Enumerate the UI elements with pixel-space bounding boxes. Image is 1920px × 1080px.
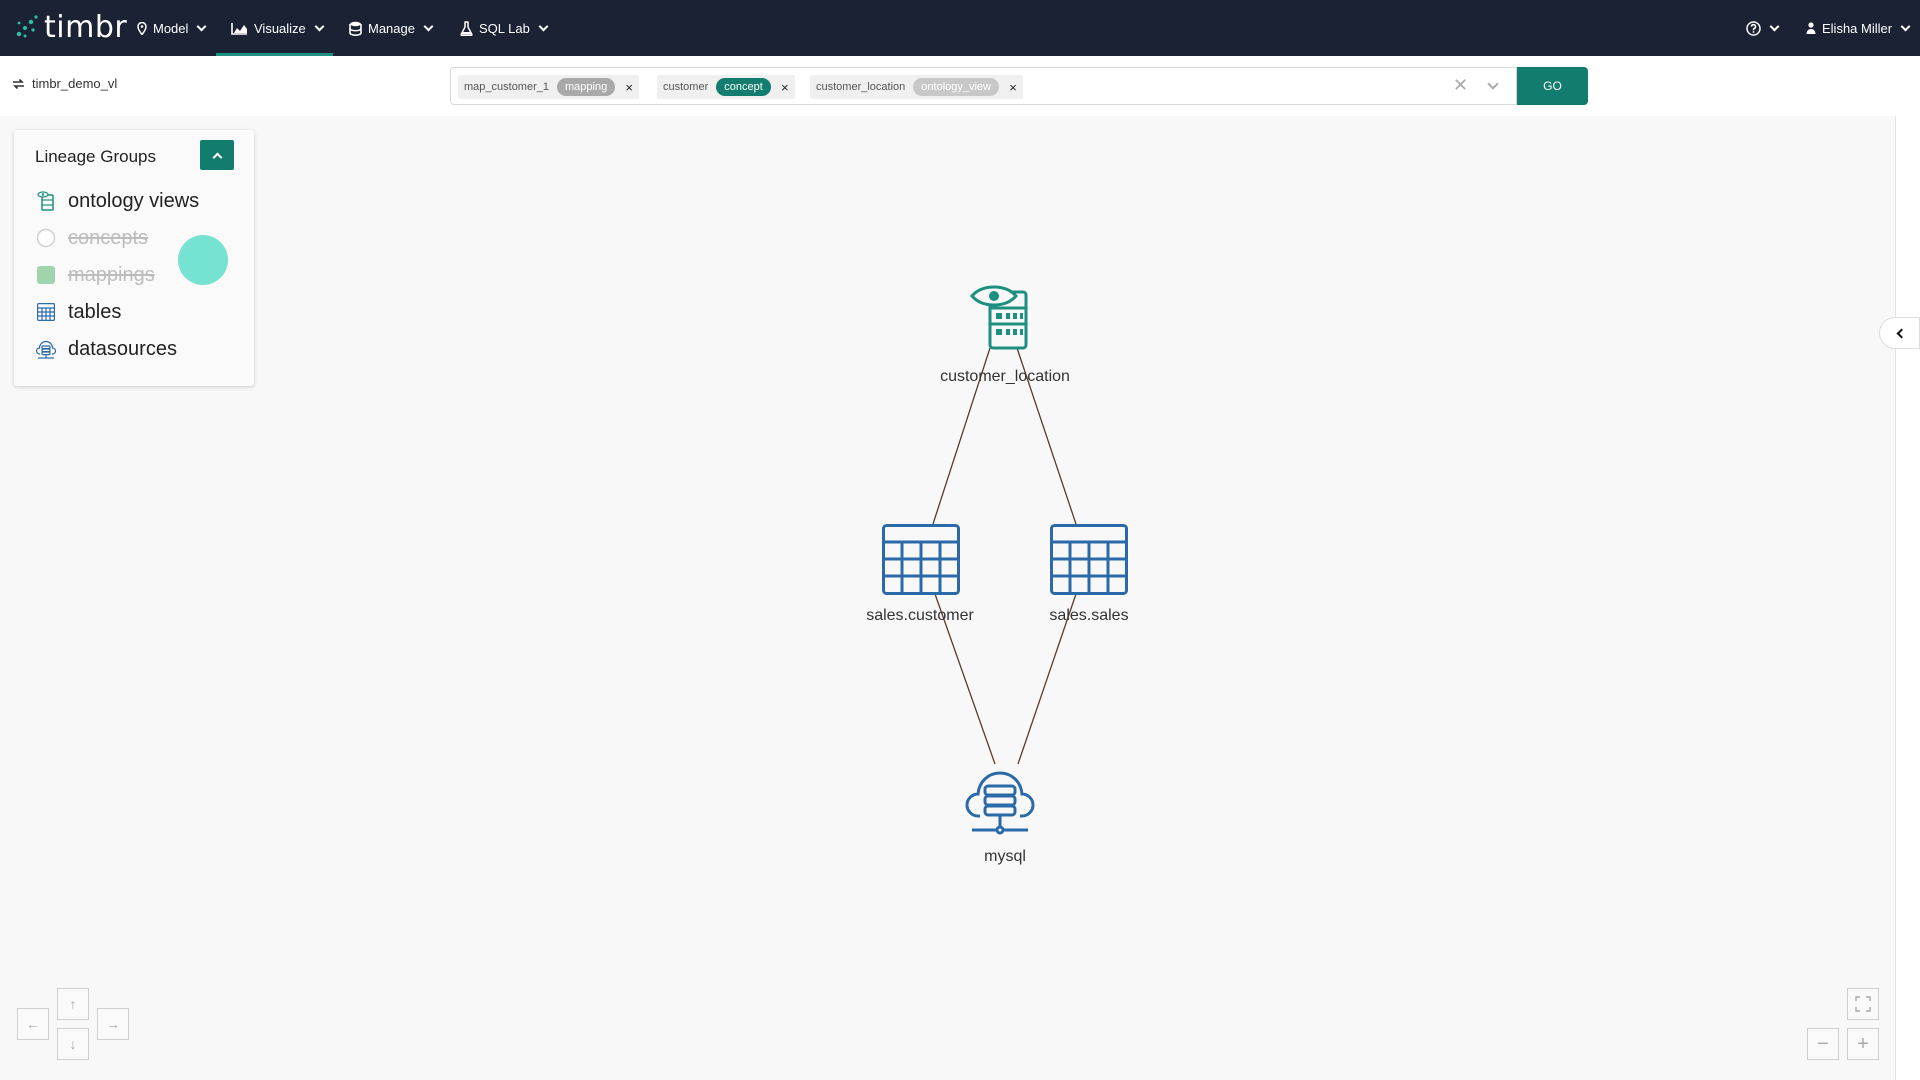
pan-up-button[interactable]: ↑ — [57, 988, 89, 1020]
node-label: sales.customer — [866, 607, 974, 624]
pan-down-button[interactable]: ↓ — [57, 1028, 89, 1060]
lineage-group-label: tables — [68, 300, 122, 323]
concept-circle-icon — [36, 228, 56, 248]
fit-to-screen-button[interactable] — [1847, 988, 1879, 1020]
node-label: customer_location — [940, 368, 1070, 385]
chevron-up-icon — [212, 152, 222, 162]
ontology-view-icon — [36, 191, 56, 211]
pan-left-button[interactable]: ← — [17, 1008, 49, 1040]
table-icon — [36, 302, 56, 322]
lineage-group-label: concepts — [68, 226, 149, 249]
lineage-group-concepts[interactable]: concepts — [36, 226, 148, 250]
collapse-panel-button[interactable] — [200, 140, 234, 170]
table-node-icon[interactable] — [882, 524, 960, 595]
zoom-in-button[interactable]: + — [1847, 1028, 1879, 1060]
datasource-node-icon[interactable] — [965, 771, 1035, 835]
lineage-group-label: datasources — [68, 337, 177, 360]
lineage-group-label: ontology views — [68, 189, 200, 212]
cursor-highlight — [178, 235, 228, 285]
lineage-groups-title: Lineage Groups — [35, 147, 156, 166]
lineage-group-mappings[interactable]: mappings — [36, 263, 155, 287]
lineage-graph — [882, 285, 1128, 835]
ontology-view-node-icon[interactable] — [970, 285, 1028, 350]
mapping-square-icon — [36, 265, 56, 285]
lineage-group-ontology-views[interactable]: ontology views — [36, 189, 199, 213]
node-label: mysql — [984, 848, 1026, 865]
fullscreen-icon — [1855, 996, 1871, 1012]
table-node-icon[interactable] — [1050, 524, 1128, 595]
graph-edges — [932, 347, 1077, 765]
lineage-group-label: mappings — [68, 263, 155, 286]
lineage-group-datasources[interactable]: datasources — [36, 337, 177, 361]
datasource-icon — [36, 339, 56, 359]
lineage-group-tables[interactable]: tables — [36, 300, 121, 324]
node-label: sales.sales — [1049, 607, 1129, 624]
pan-right-button[interactable]: → — [97, 1008, 129, 1040]
zoom-out-button[interactable]: − — [1807, 1028, 1839, 1060]
